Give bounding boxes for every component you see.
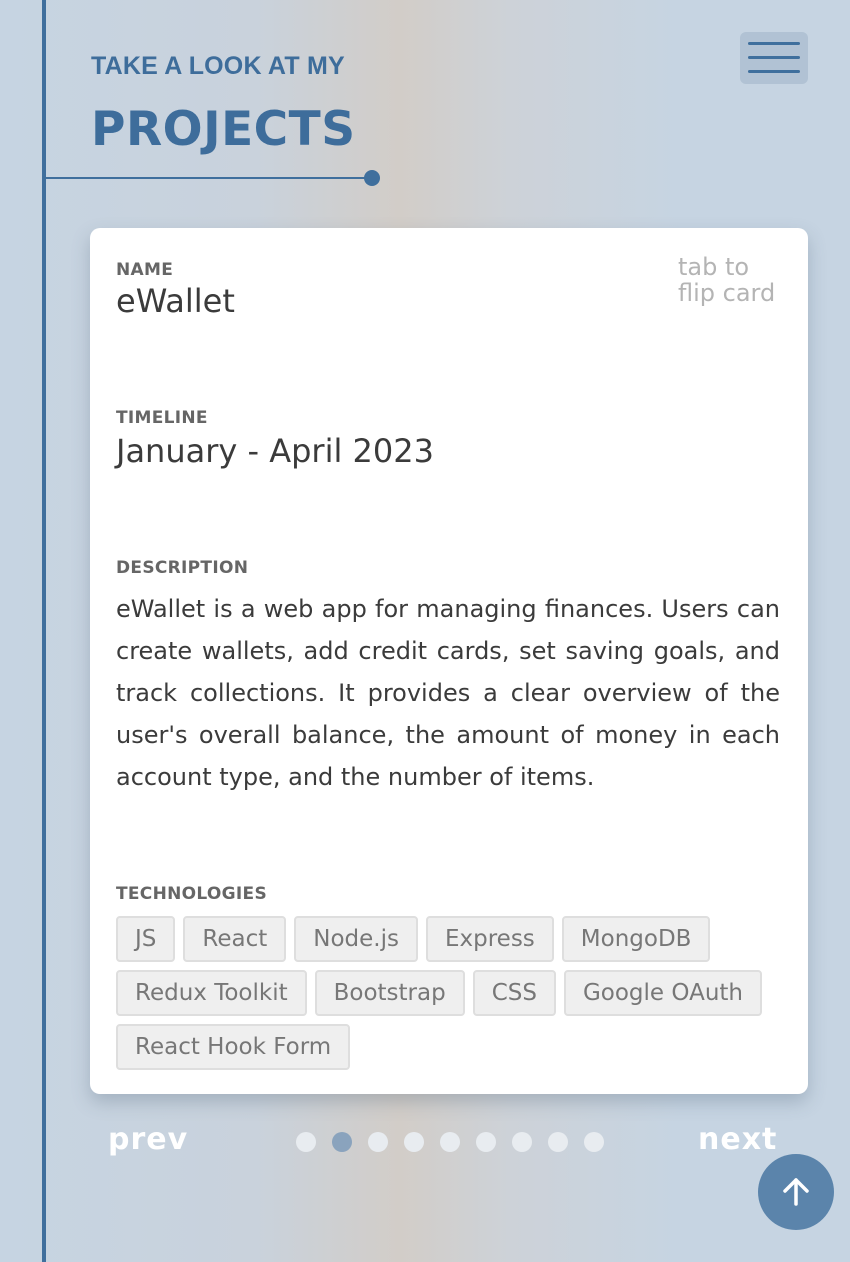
- technology-tag: CSS: [472, 970, 556, 1016]
- project-description: eWallet is a web app for managing financ…: [116, 595, 780, 791]
- title-underline-dot: [364, 170, 380, 186]
- pagination-dot[interactable]: [368, 1132, 388, 1152]
- prev-button[interactable]: prev: [108, 1122, 188, 1157]
- pagination-dot[interactable]: [404, 1132, 424, 1152]
- technology-tag: React Hook Form: [116, 1024, 351, 1070]
- project-timeline: January - April 2023: [116, 432, 434, 470]
- pagination-dot-active[interactable]: [332, 1132, 352, 1152]
- technology-tag: Redux Toolkit: [116, 970, 307, 1016]
- section-eyebrow: TAKE A LOOK AT MY: [91, 52, 345, 80]
- technology-tag: Bootstrap: [314, 970, 465, 1016]
- arrow-up-icon: [783, 1178, 809, 1206]
- project-name: eWallet: [116, 282, 235, 320]
- timeline-vertical-line: [42, 0, 46, 1262]
- pagination-dots: [296, 1132, 616, 1152]
- technology-tag: Google OAuth: [563, 970, 762, 1016]
- flip-card-hint: tab to flip card: [678, 253, 776, 307]
- pagination-dot[interactable]: [296, 1132, 316, 1152]
- technologies-label: TECHNOLOGIES: [116, 884, 268, 904]
- section-title: PROJECTS: [91, 102, 356, 157]
- technology-tag: JS: [116, 916, 176, 962]
- project-card[interactable]: tab to flip card NAME eWallet TIMELINE J…: [90, 228, 808, 1094]
- title-underline: [44, 177, 368, 179]
- pagination-dot[interactable]: [584, 1132, 604, 1152]
- menu-button[interactable]: [740, 32, 808, 84]
- pagination-dot[interactable]: [476, 1132, 496, 1152]
- pagination-dot[interactable]: [440, 1132, 460, 1152]
- technology-tag: Node.js: [294, 916, 418, 962]
- pagination-dot[interactable]: [512, 1132, 532, 1152]
- next-button[interactable]: next: [698, 1122, 777, 1157]
- technology-tag: Express: [425, 916, 554, 962]
- description-label: DESCRIPTION: [116, 558, 249, 578]
- pagination-dot[interactable]: [548, 1132, 568, 1152]
- technology-tag: React: [183, 916, 287, 962]
- technology-tag: MongoDB: [561, 916, 711, 962]
- scroll-to-top-button[interactable]: [758, 1154, 834, 1230]
- technologies-list: JS React Node.js Express MongoDB Redux Toolki…: [116, 916, 788, 1070]
- name-label: NAME: [116, 260, 174, 280]
- timeline-label: TIMELINE: [116, 408, 208, 428]
